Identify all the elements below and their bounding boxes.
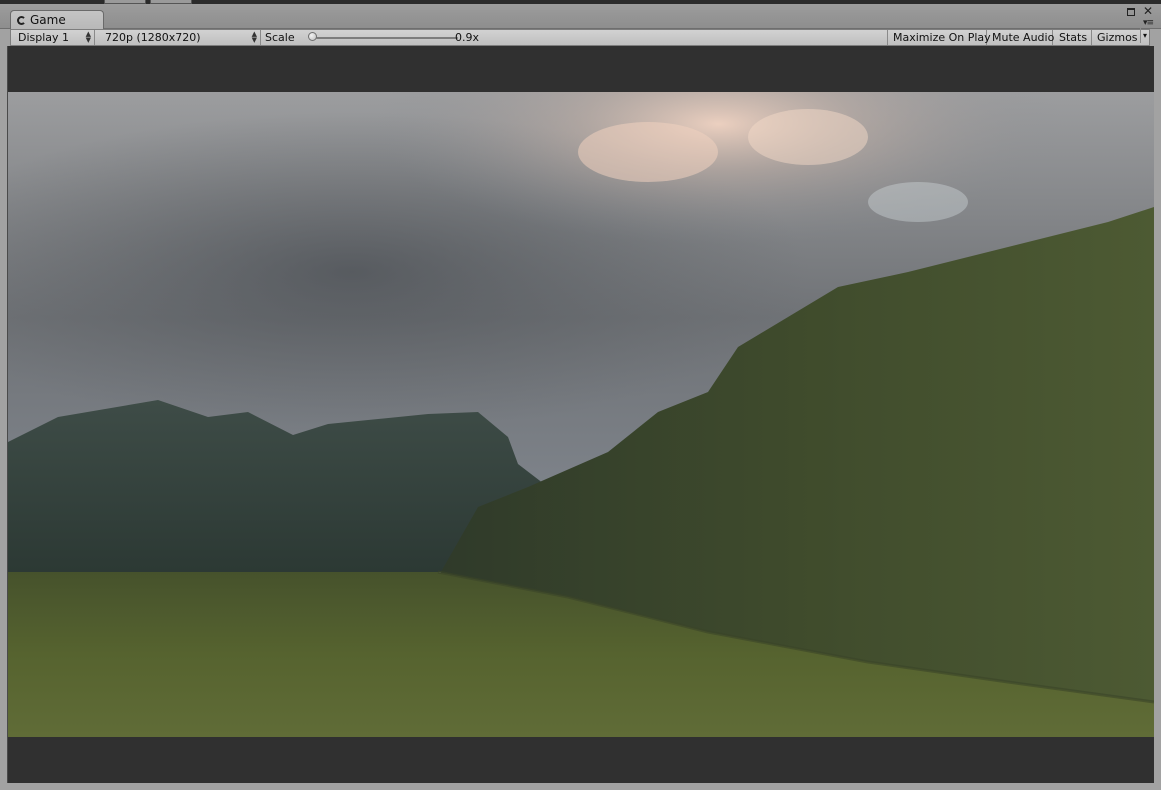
dropdown-arrows-icon: ▲ ▼	[85, 30, 91, 44]
maximize-icon[interactable]	[1127, 8, 1135, 16]
game-toolbar: Display 1 ▲ ▼ 720p (1280x720) ▲ ▼ Scale 0.…	[10, 28, 1150, 46]
cloud-highlight	[748, 109, 868, 165]
menu-icon[interactable]: ▾≡	[1143, 18, 1154, 28]
dropdown-arrows-icon: ▲ ▼	[251, 30, 257, 44]
cloud-highlight	[578, 122, 718, 182]
tab-row: Game ✕ ▾≡	[0, 4, 1161, 29]
stats-label: Stats	[1059, 31, 1088, 44]
close-icon[interactable]: ✕	[1143, 4, 1153, 18]
scale-slider-track[interactable]	[316, 37, 458, 39]
window-bottom-edge	[0, 783, 1161, 790]
scale-slider-thumb[interactable]	[308, 32, 317, 41]
display-dropdown-label: Display 1	[18, 31, 70, 44]
scale-value: 0.9x	[455, 31, 480, 44]
game-viewport[interactable]	[7, 46, 1154, 783]
maximize-on-play-label: Maximize On Play	[893, 31, 991, 44]
unity-logo-icon	[17, 16, 26, 25]
stats-toggle[interactable]: Stats	[1053, 30, 1092, 45]
cloud-highlight	[868, 182, 968, 222]
gizmos-label: Gizmos	[1097, 31, 1138, 44]
game-render[interactable]	[8, 92, 1154, 737]
display-dropdown[interactable]: Display 1 ▲ ▼	[11, 30, 95, 45]
mute-audio-toggle[interactable]: Mute Audio	[987, 30, 1055, 45]
scale-label: Scale	[265, 31, 295, 44]
game-scene	[8, 92, 1154, 737]
resolution-dropdown-label: 720p (1280x720)	[105, 31, 201, 44]
gizmos-dropdown[interactable]: Gizmos ▾	[1092, 28, 1149, 45]
game-window: Game ✕ ▾≡ Display 1 ▲ ▼ 720p (1280x720) ▲…	[0, 0, 1161, 790]
maximize-on-play-toggle[interactable]: Maximize On Play	[887, 30, 991, 45]
resolution-dropdown[interactable]: 720p (1280x720) ▲ ▼	[98, 30, 261, 45]
mute-audio-label: Mute Audio	[992, 31, 1055, 44]
tab-game[interactable]: Game	[10, 10, 104, 29]
gizmos-dropdown-arrow-icon: ▾	[1139, 28, 1147, 43]
tab-game-label: Game	[30, 13, 66, 27]
